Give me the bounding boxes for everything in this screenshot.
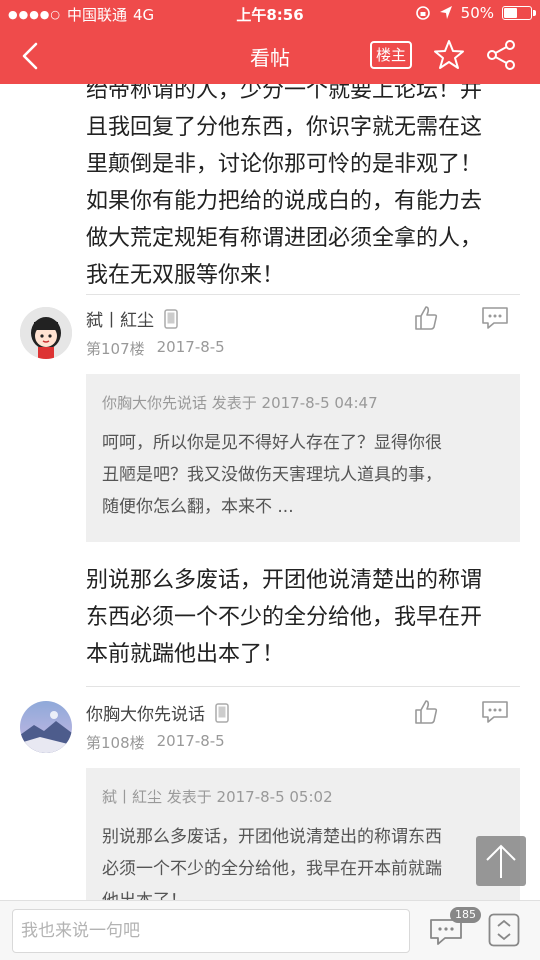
- avatar-landscape-icon: [20, 701, 72, 753]
- post-text-107: 别说那么多废话，开团他说清楚出的称谓 东西必须一个不少的全分给他，我早在开 本前…: [86, 562, 516, 673]
- author-name[interactable]: 弑丨紅尘: [86, 306, 154, 331]
- favorite-star-icon[interactable]: [432, 38, 466, 72]
- quote-block: 弑丨紅尘 发表于 2017-8-5 05:02 别说那么多废话，开团他说清楚出的…: [86, 768, 520, 900]
- comment-input[interactable]: [12, 909, 410, 953]
- quote-body: 别说那么多废话，开团他说清楚出的称谓东西 必须一个不少的全分给他，我早在开本前就…: [102, 821, 504, 900]
- post-divider: [86, 294, 520, 295]
- text-line: 本前就踹他出本了！: [86, 642, 285, 667]
- avatar[interactable]: [20, 701, 72, 753]
- post-divider: [86, 686, 520, 687]
- scroll-to-top-button[interactable]: [476, 836, 526, 886]
- text-line: 绐帝称谓的人，少分一个就要上论坛！并: [86, 84, 483, 103]
- reply-count-badge: 185: [450, 907, 481, 923]
- nav-bar: 看帖 楼主: [0, 28, 540, 84]
- reply-comment-icon[interactable]: [480, 698, 510, 726]
- bottom-bar: 185: [0, 900, 540, 960]
- quote-line: 他出本了！: [102, 885, 504, 900]
- battery-icon: [502, 6, 536, 20]
- page-jump-icon[interactable]: [488, 913, 520, 947]
- quote-line: 随便你怎么翻，本来不 ...: [102, 497, 294, 517]
- text-line: 我在无双服等你来！: [86, 263, 285, 288]
- location-icon: [439, 6, 452, 19]
- author-name[interactable]: 你胸大你先说话: [86, 700, 205, 725]
- top-header: ●●●●○ 中国联通 4G 上午8:56 50% 看帖 楼主: [0, 0, 540, 84]
- text-line: 且我回复了分他东西，你识字就无需在这: [86, 115, 483, 140]
- quote-header: 你胸大你先说话 发表于 2017-8-5 04:47: [102, 394, 378, 412]
- owner-only-button[interactable]: 楼主: [370, 41, 413, 69]
- like-thumb-icon[interactable]: [412, 698, 440, 726]
- quote-line: 呵呵，所以你是见不得好人存在了？显得你很: [102, 433, 442, 453]
- text-line: 东西必须一个不少的全分给他，我早在开: [86, 605, 483, 630]
- quote-body: 呵呵，所以你是见不得好人存在了？显得你很 丑陋是吧？我又没做伤天害理坑人道具的事…: [102, 427, 504, 523]
- battery-percent: 50%: [460, 4, 494, 22]
- quote-line: 别说那么多废话，开团他说清楚出的称谓东西: [102, 827, 442, 847]
- mobile-device-icon: [215, 702, 229, 723]
- like-thumb-icon[interactable]: [412, 304, 440, 332]
- floor-number: 第107楼: [86, 340, 145, 358]
- mobile-device-icon: [164, 308, 178, 329]
- quote-header: 弑丨紅尘 发表于 2017-8-5 05:02: [102, 788, 333, 806]
- status-bar: ●●●●○ 中国联通 4G 上午8:56 50%: [0, 0, 540, 28]
- quote-line: 丑陋是吧？我又没做伤天害理坑人道具的事，: [102, 465, 442, 485]
- text-line: 做大荒定规矩有称谓进团必须全拿的人，: [86, 226, 483, 251]
- post-date: 2017-8-5: [156, 732, 225, 750]
- share-icon[interactable]: [484, 38, 518, 72]
- quote-block: 你胸大你先说话 发表于 2017-8-5 04:47 呵呵，所以你是见不得好人存…: [86, 374, 520, 542]
- battery-fill: [504, 8, 517, 18]
- post-text-previous: 绐帝称谓的人，少分一个就要上论坛！并 且我回复了分他东西，你识字就无需在这 里颠…: [86, 84, 516, 294]
- avatar[interactable]: [20, 307, 72, 359]
- arrow-up-icon: [486, 844, 516, 878]
- floor-number: 第108楼: [86, 734, 145, 752]
- avatar-girl-icon: [20, 307, 72, 359]
- post-meta: 第107楼 2017-8-5: [86, 338, 225, 359]
- post-meta: 第108楼 2017-8-5: [86, 732, 225, 753]
- author-name-row: 弑丨紅尘: [86, 306, 178, 331]
- text-line: 别说那么多废话，开团他说清楚出的称谓: [86, 568, 483, 593]
- quote-line: 必须一个不少的全分给他，我早在开本前就踹: [102, 859, 442, 879]
- text-line: 里颠倒是非，讨论你那可怜的是非观了！: [86, 152, 483, 177]
- author-name-row: 你胸大你先说话: [86, 700, 229, 725]
- reply-comment-icon[interactable]: [480, 304, 510, 332]
- text-line: 如果你有能力把给的说成白的，有能力去: [86, 189, 483, 214]
- lock-rotation-icon: [415, 6, 430, 20]
- post-date: 2017-8-5: [156, 338, 225, 356]
- thread-content[interactable]: 绐帝称谓的人，少分一个就要上论坛！并 且我回复了分他东西，你识字就无需在这 里颠…: [0, 84, 540, 900]
- status-right: 50%: [415, 4, 536, 22]
